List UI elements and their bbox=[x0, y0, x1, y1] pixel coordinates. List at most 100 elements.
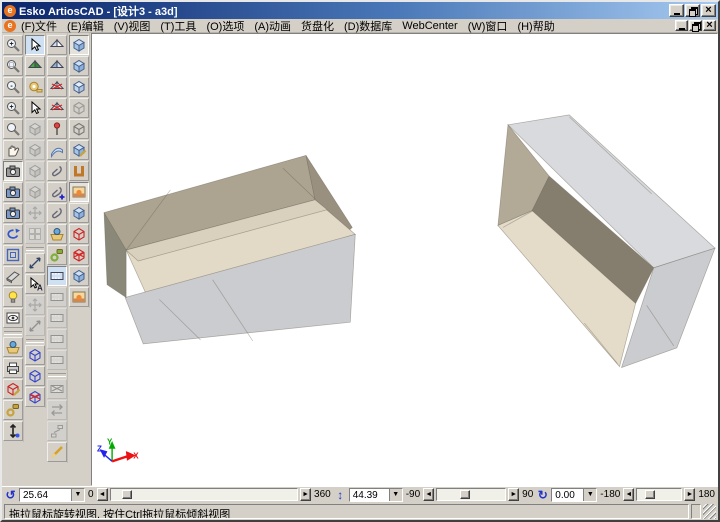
tilt-slider-track[interactable] bbox=[436, 488, 506, 501]
tuck-tool-button[interactable] bbox=[47, 245, 67, 265]
minimize-button[interactable] bbox=[669, 4, 684, 17]
zoom-out-button[interactable]: - bbox=[3, 77, 23, 97]
zoom-extents-button[interactable]: + bbox=[3, 98, 23, 118]
stand-tool-button[interactable] bbox=[47, 224, 67, 244]
rotate-view-button[interactable] bbox=[3, 224, 23, 244]
3d-viewport[interactable]: YZX bbox=[91, 33, 718, 486]
attach-clip-add-button[interactable] bbox=[47, 182, 67, 202]
solid-flat-view-button[interactable] bbox=[69, 77, 89, 97]
menu-item-3[interactable]: (T)工具 bbox=[155, 18, 201, 34]
menu-item-2[interactable]: (V)视图 bbox=[109, 18, 156, 34]
viewpoint-camera-button[interactable] bbox=[3, 161, 23, 181]
roll-slider-thumb[interactable] bbox=[645, 490, 655, 499]
tape-tool-button[interactable] bbox=[25, 77, 45, 97]
output-tray-button[interactable] bbox=[3, 337, 23, 357]
view-frame-button[interactable] bbox=[3, 245, 23, 265]
menu-item-1[interactable]: (E)编辑 bbox=[62, 18, 109, 34]
dimension-tool-icon bbox=[27, 255, 43, 271]
move-dimension-button bbox=[25, 295, 45, 315]
set-fold-angle-button[interactable] bbox=[47, 119, 67, 139]
mdi-close-button[interactable]: × bbox=[703, 20, 716, 31]
tilt-angle-value[interactable]: 44.39 bbox=[350, 489, 389, 501]
zoom-area-button[interactable] bbox=[3, 119, 23, 139]
roll-slider-track[interactable] bbox=[636, 488, 682, 501]
background-view-button[interactable] bbox=[69, 287, 89, 307]
wireframe-red-dense-view-button[interactable] bbox=[69, 245, 89, 265]
highlight-creases-button[interactable] bbox=[47, 442, 67, 462]
fold-all-button[interactable] bbox=[47, 77, 67, 97]
restore-button[interactable] bbox=[685, 4, 700, 17]
rotate-angle-value[interactable]: 25.64 bbox=[20, 489, 71, 501]
animation-mode-button[interactable] bbox=[47, 266, 67, 286]
roll-angle-value[interactable]: 0.00 bbox=[552, 489, 583, 501]
wireframe-red-view-button[interactable] bbox=[69, 224, 89, 244]
perspective-button[interactable] bbox=[3, 266, 23, 286]
solid-view-button[interactable] bbox=[69, 35, 89, 55]
rotate-scroll-right-button[interactable]: ► bbox=[300, 488, 311, 501]
snapshot-output-button[interactable] bbox=[3, 203, 23, 223]
snapshot-button[interactable] bbox=[3, 182, 23, 202]
convert-to-2d-button[interactable] bbox=[3, 379, 23, 399]
light-source-button[interactable] bbox=[3, 287, 23, 307]
tilt-scroll-right-button[interactable]: ► bbox=[508, 488, 519, 501]
tilt-scroll-left-button[interactable]: ◄ bbox=[423, 488, 434, 501]
render-view-button[interactable] bbox=[69, 182, 89, 202]
move-z-button[interactable] bbox=[3, 421, 23, 441]
intersect-solid-button[interactable] bbox=[25, 345, 45, 365]
fold-one-button[interactable] bbox=[47, 35, 67, 55]
mdi-restore-button[interactable] bbox=[689, 20, 702, 31]
roll-scroll-left-button[interactable]: ◄ bbox=[623, 488, 634, 501]
menu-item-4[interactable]: (O)选项 bbox=[201, 18, 249, 34]
hidden-line-view-button[interactable] bbox=[69, 98, 89, 118]
dimension-tool-button[interactable] bbox=[25, 253, 45, 273]
close-button[interactable]: × bbox=[701, 4, 716, 17]
menu-item-6[interactable]: 货盘化 bbox=[296, 18, 339, 34]
menu-item-5[interactable]: (A)动画 bbox=[249, 18, 296, 34]
attach-clip-options-button[interactable] bbox=[47, 203, 67, 223]
menu-item-10[interactable]: (H)帮助 bbox=[512, 18, 559, 34]
zoom-previous-button[interactable]: □ bbox=[3, 56, 23, 76]
solid-shaded-view-button[interactable] bbox=[69, 266, 89, 286]
mdi-minimize-button[interactable] bbox=[675, 20, 688, 31]
sketch-view-button[interactable] bbox=[69, 140, 89, 160]
menu-item-7[interactable]: (D)数据库 bbox=[339, 18, 397, 34]
rotate-combo-dropdown-icon[interactable]: ▼ bbox=[71, 489, 84, 501]
tool-options-button[interactable] bbox=[3, 400, 23, 420]
roll-combo-dropdown-icon[interactable]: ▼ bbox=[583, 489, 596, 501]
view-visibility-button[interactable] bbox=[3, 308, 23, 328]
tilt-combo-dropdown-icon[interactable]: ▼ bbox=[389, 489, 402, 501]
unfold-all-button[interactable] bbox=[47, 98, 67, 118]
select-move-button[interactable] bbox=[25, 98, 45, 118]
remove-solid-button[interactable] bbox=[25, 387, 45, 407]
pan-button[interactable] bbox=[3, 140, 23, 160]
menu-item-9[interactable]: (W)窗口 bbox=[463, 18, 513, 34]
select-part-button[interactable] bbox=[25, 35, 45, 55]
fold-angle-button[interactable] bbox=[25, 56, 45, 76]
resize-grip[interactable] bbox=[703, 504, 716, 519]
rotate-angle-combo[interactable]: 25.64▼ bbox=[19, 488, 85, 502]
fold-section-button[interactable] bbox=[47, 56, 67, 76]
corrugated-view-button[interactable] bbox=[69, 161, 89, 181]
rotate-slider-thumb[interactable] bbox=[122, 490, 132, 499]
annotation-tool-button[interactable]: A bbox=[25, 274, 45, 294]
zoom-in-button[interactable]: + bbox=[3, 35, 23, 55]
menu-item-8[interactable]: WebCenter bbox=[397, 20, 462, 32]
subtract-solid-button[interactable] bbox=[25, 366, 45, 386]
wireframe-view-button[interactable] bbox=[69, 119, 89, 139]
bend-tool-button[interactable] bbox=[47, 140, 67, 160]
rotate-slider-track[interactable] bbox=[110, 488, 298, 501]
remove-solid-icon bbox=[27, 389, 43, 405]
attach-clip-button[interactable] bbox=[47, 161, 67, 181]
solid-blue-view-button[interactable] bbox=[69, 203, 89, 223]
rotate-scroll-left-button[interactable]: ◄ bbox=[97, 488, 108, 501]
menu-item-0[interactable]: (F)文件 bbox=[16, 18, 62, 34]
roll-angle-combo[interactable]: 0.00▼ bbox=[551, 488, 597, 502]
tilt-slider-thumb[interactable] bbox=[460, 490, 470, 499]
print-3d-button[interactable] bbox=[3, 358, 23, 378]
solid-smooth-view-button[interactable] bbox=[69, 56, 89, 76]
title-bar[interactable]: e Esko ArtiosCAD - [设计3 - a3d] × bbox=[2, 2, 718, 19]
roll-scroll-right-button[interactable]: ► bbox=[684, 488, 695, 501]
rotate-max-label: 360 bbox=[313, 489, 332, 500]
tilt-angle-combo[interactable]: 44.39▼ bbox=[349, 488, 403, 502]
document-icon[interactable]: e bbox=[4, 20, 16, 32]
